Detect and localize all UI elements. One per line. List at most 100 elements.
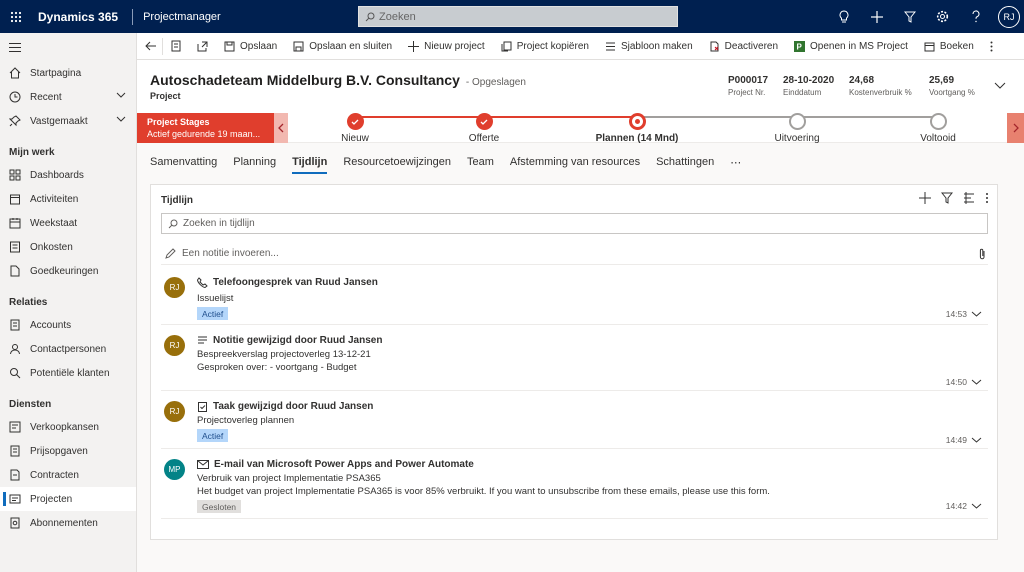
sort-icon[interactable]: [963, 192, 975, 204]
note-placeholder: Een notitie invoeren...: [182, 248, 279, 259]
tab-resourcetoewijzingen[interactable]: Resourcetoewijzingen: [343, 148, 451, 176]
sidebar-item-weekstaat[interactable]: Weekstaat: [0, 211, 136, 235]
plus-icon: [408, 40, 420, 52]
app-launcher-icon[interactable]: [0, 0, 32, 33]
tab-tijdlijn[interactable]: Tijdlijn: [292, 148, 328, 176]
sidebar-item-goedkeuringen[interactable]: Goedkeuringen: [0, 259, 136, 283]
save-close-button[interactable]: Opslaan en sluiten: [285, 33, 400, 60]
search-icon: [365, 12, 375, 21]
header-field-kostenverbruik[interactable]: 24,68 Kostenverbruik %: [849, 75, 912, 97]
note-input[interactable]: Een notitie invoeren...: [161, 243, 988, 265]
chevron-down-icon[interactable]: [994, 82, 1006, 89]
svg-text:P: P: [797, 42, 803, 51]
sidebar-item-onkosten[interactable]: Onkosten: [0, 235, 136, 259]
divider: [132, 8, 134, 25]
site-map-sidebar: Startpagina Recent Vastgemaakt Mijn werk…: [0, 33, 137, 572]
sidebar-item-accounts[interactable]: Accounts: [0, 313, 136, 337]
sidebar-item-dashboards[interactable]: Dashboards: [0, 163, 136, 187]
hamburger-menu-icon[interactable]: [0, 33, 136, 61]
save-icon: [224, 41, 235, 51]
filter-icon[interactable]: [893, 0, 926, 33]
timeline-title: Tijdlijn: [161, 195, 194, 206]
header-field-project-nr[interactable]: P000017 Project Nr.: [728, 75, 768, 97]
sidebar-item-verkoopkansen[interactable]: Verkoopkansen: [0, 415, 136, 439]
app-name[interactable]: Projectmanager: [143, 11, 221, 23]
more-commands-icon[interactable]: [982, 33, 1001, 60]
deactivate-button[interactable]: Deactiveren: [701, 33, 786, 60]
tab-planning[interactable]: Planning: [233, 148, 276, 176]
pending-stage-icon: [929, 113, 947, 130]
chevron-down-icon[interactable]: [971, 437, 982, 443]
timeline-record-task[interactable]: RJ Taak gewijzigd door Ruud Jansen Proje…: [161, 391, 988, 449]
sidebar-item-potentiele-klanten[interactable]: Potentiële klanten: [0, 361, 136, 385]
task-icon: [197, 401, 208, 412]
sidebar-item-vastgemaakt[interactable]: Vastgemaakt: [0, 109, 136, 133]
attachment-icon[interactable]: [979, 248, 986, 260]
user-avatar[interactable]: RJ: [998, 5, 1020, 28]
header-field-label: Kostenverbruik %: [849, 88, 912, 97]
stage-uitvoering[interactable]: Uitvoering: [737, 113, 857, 144]
chevron-right-icon[interactable]: [1007, 113, 1024, 143]
plus-icon[interactable]: [860, 0, 893, 33]
back-button[interactable]: [137, 37, 163, 55]
lightbulb-icon[interactable]: [827, 0, 860, 33]
sidebar-item-recent[interactable]: Recent: [0, 85, 136, 109]
chevron-down-icon[interactable]: [971, 503, 982, 509]
sidebar-item-label: Potentiële klanten: [30, 367, 110, 379]
chevron-down-icon[interactable]: [971, 379, 982, 385]
chevron-left-icon[interactable]: [274, 113, 288, 143]
tab-team[interactable]: Team: [467, 148, 494, 176]
save-button[interactable]: Opslaan: [216, 33, 285, 60]
header-field-voortgang[interactable]: 25,69 Voortgang %: [929, 75, 975, 97]
new-project-button[interactable]: Nieuw project: [400, 33, 493, 60]
popout-button[interactable]: [189, 33, 216, 60]
sidebar-item-activiteiten[interactable]: Activiteiten: [0, 187, 136, 211]
chevron-down-icon[interactable]: [116, 92, 126, 98]
status-badge: Actief: [197, 429, 229, 442]
timeline-record-email[interactable]: MP E-mail van Microsoft Power Apps and P…: [161, 449, 988, 519]
sidebar-item-abonnementen[interactable]: Abonnementen: [0, 511, 136, 535]
global-search-input[interactable]: Zoeken: [358, 6, 678, 27]
open-ms-project-button[interactable]: P Openen in MS Project: [786, 33, 916, 60]
record-time: 14:50: [945, 377, 967, 387]
tab-schattingen[interactable]: Schattingen: [656, 148, 714, 176]
record-title: Taak gewijzigd door Ruud Jansen: [213, 401, 374, 412]
timeline-search-input[interactable]: Zoeken in tijdlijn: [161, 213, 988, 234]
form-tabs: Samenvatting Planning Tijdlijn Resourcet…: [137, 148, 1024, 176]
plus-icon[interactable]: [919, 192, 931, 204]
avatar: RJ: [164, 401, 185, 422]
top-navigation-bar: Dynamics 365 Projectmanager Zoeken RJ: [0, 0, 1024, 33]
chevron-down-icon[interactable]: [116, 116, 126, 122]
process-title: Project Stages: [147, 117, 210, 127]
sidebar-item-contracten[interactable]: Contracten: [0, 463, 136, 487]
sidebar-item-contactpersonen[interactable]: Contactpersonen: [0, 337, 136, 361]
sidebar-item-prijsopgaven[interactable]: Prijsopgaven: [0, 439, 136, 463]
stage-voltooid[interactable]: Voltooid: [878, 113, 998, 144]
create-template-button[interactable]: Sjabloon maken: [597, 33, 701, 60]
stage-nieuw[interactable]: Nieuw: [295, 113, 415, 144]
more-tabs-button[interactable]: ⋯: [730, 148, 741, 176]
form-view-button[interactable]: [163, 33, 189, 60]
record-subject: Issuelijst: [197, 293, 234, 304]
gear-icon[interactable]: [926, 0, 959, 33]
tab-samenvatting[interactable]: Samenvatting: [150, 148, 217, 176]
stage-offerte[interactable]: Offerte: [424, 113, 544, 144]
sidebar-item-label: Prijsopgaven: [30, 445, 88, 457]
open-ms-project-label: Openen in MS Project: [810, 40, 908, 52]
book-button[interactable]: Boeken: [916, 33, 982, 60]
sidebar-item-projecten[interactable]: Projecten: [0, 487, 136, 511]
phone-icon: [197, 277, 208, 288]
timeline-record-note[interactable]: RJ Notitie gewijzigd door Ruud Jansen Be…: [161, 325, 988, 391]
more-options-icon[interactable]: [985, 192, 989, 204]
filter-icon[interactable]: [941, 192, 953, 204]
tab-afstemming-van-resources[interactable]: Afstemming van resources: [510, 148, 640, 176]
copy-project-button[interactable]: Project kopiëren: [493, 33, 597, 60]
sidebar-item-startpagina[interactable]: Startpagina: [0, 61, 136, 85]
header-field-einddatum[interactable]: 28-10-2020 Einddatum: [783, 75, 834, 97]
help-icon[interactable]: [959, 0, 992, 33]
process-flyout[interactable]: Project Stages Actief gedurende 19 maan.…: [137, 113, 274, 143]
stage-plannen[interactable]: Plannen (14 Mnd): [577, 113, 697, 144]
brand-name[interactable]: Dynamics 365: [38, 10, 118, 24]
chevron-down-icon[interactable]: [971, 311, 982, 317]
timeline-record-phone-call[interactable]: RJ Telefoongesprek van Ruud Jansen Issue…: [161, 267, 988, 325]
